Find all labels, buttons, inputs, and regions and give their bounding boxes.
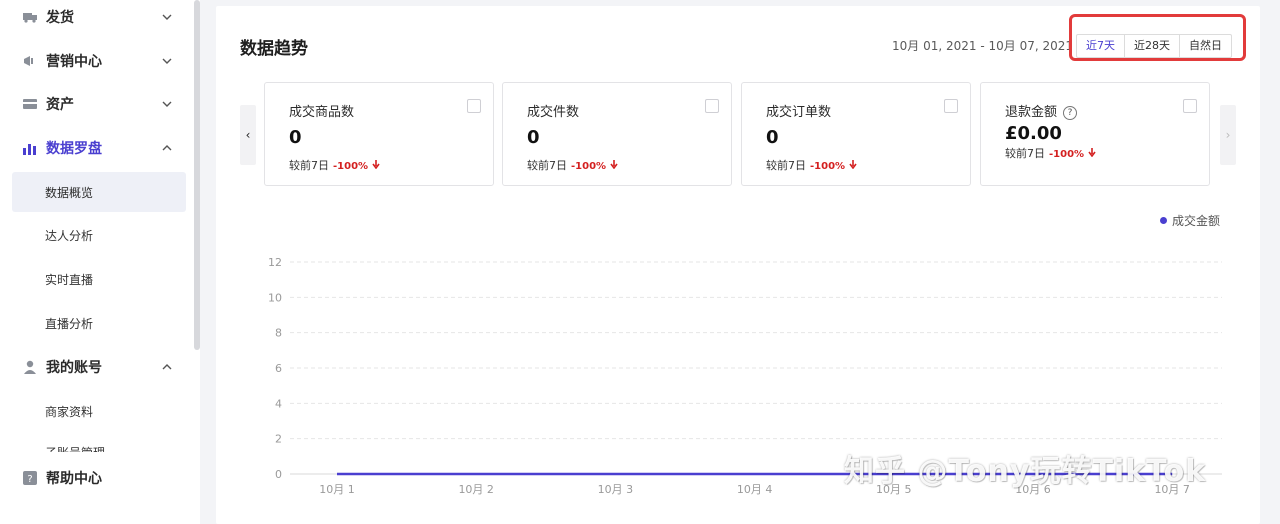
sidebar-scrollbar[interactable] [194, 0, 200, 350]
sidebar-subitem-label: 子账号管理 [45, 444, 105, 452]
page-title: 数据趋势 [240, 39, 308, 59]
sidebar: 发货 营销中心 资产 数据罗盘 数据概览 达人分析 实时直播 直播分析 我的账号… [0, 0, 200, 524]
y-tick-label: 4 [275, 397, 282, 410]
sidebar-item-label: 数据罗盘 [46, 141, 102, 157]
chevron-up-icon [162, 145, 172, 151]
chevron-down-icon [162, 101, 172, 107]
sidebar-item-label: 帮助中心 [46, 471, 102, 487]
arrow-down-icon [1087, 148, 1096, 158]
svg-text:?: ? [27, 474, 32, 485]
sidebar-item-label: 发货 [46, 10, 74, 26]
arrow-down-icon [609, 160, 618, 170]
metric-label-text: 退款金额 [1005, 105, 1058, 120]
y-tick-label: 10 [268, 291, 282, 304]
sidebar-subitem-live-analysis[interactable]: 直播分析 [12, 303, 186, 343]
compare-label: 较前7日 [527, 159, 567, 172]
metric-compare: 较前7日 -100% [289, 157, 380, 173]
metric-card-orders[interactable]: 成交订单数 0 较前7日 -100% [741, 82, 971, 186]
compare-label: 较前7日 [289, 159, 329, 172]
sidebar-item-label: 资产 [46, 97, 74, 113]
delta-value: -100% [333, 161, 369, 172]
carousel-prev-button[interactable]: ‹ [240, 105, 256, 165]
metric-card-units-sold[interactable]: 成交件数 0 较前7日 -100% [502, 82, 732, 186]
metric-value: 0 [527, 127, 540, 148]
y-tick-label: 2 [275, 433, 282, 446]
carousel-next-button[interactable]: › [1220, 105, 1236, 165]
metric-compare: 较前7日 -100% [527, 157, 618, 173]
sidebar-subitem-label: 直播分析 [45, 317, 94, 331]
delta-value: -100% [1049, 149, 1085, 160]
question-icon[interactable]: ? [1063, 106, 1078, 120]
arrow-down-icon [371, 160, 380, 170]
sidebar-subitem-merchant-profile[interactable]: 商家资料 [12, 391, 186, 431]
sidebar-item-label: 我的账号 [46, 360, 102, 376]
megaphone-icon [24, 56, 33, 66]
metric-label: 成交订单数 [766, 105, 832, 120]
sidebar-subitem-data-overview[interactable]: 数据概览 [12, 172, 186, 212]
x-tick-label: 10月 4 [737, 483, 773, 496]
metric-compare: 较前7日 -100% [1005, 145, 1096, 161]
sidebar-subitem-label: 数据概览 [45, 186, 94, 200]
sidebar-subitem-realtime-live[interactable]: 实时直播 [12, 259, 186, 299]
metric-label: 退款金额? [1005, 101, 1078, 120]
sidebar-subitem-label: 实时直播 [45, 273, 94, 287]
metric-card-refund-amount[interactable]: 退款金额? £0.00 较前7日 -100% [980, 82, 1210, 186]
sidebar-item-help-center[interactable]: ? 帮助中心 [0, 458, 186, 498]
metric-checkbox[interactable] [944, 99, 958, 113]
watermark-text: 知乎 @Tony玩转TikTok [844, 454, 1207, 489]
range-7days-button[interactable]: 近7天 [1077, 35, 1124, 57]
chart-legend[interactable]: 成交金额 [1160, 212, 1220, 229]
y-tick-label: 0 [275, 468, 282, 481]
compare-label: 较前7日 [766, 159, 806, 172]
sidebar-item-marketing[interactable]: 营销中心 [0, 41, 186, 81]
sidebar-subitem-subaccount[interactable]: 子账号管理 [12, 432, 186, 452]
metric-value: £0.00 [1005, 123, 1062, 144]
sidebar-item-my-account[interactable]: 我的账号 [0, 347, 186, 387]
date-range-picker[interactable]: 10月 01, 2021 - 10月 07, 2021 [892, 37, 1073, 54]
sidebar-item-label: 营销中心 [46, 54, 102, 70]
sidebar-item-assets[interactable]: 资产 [0, 84, 186, 124]
truck-icon [23, 13, 37, 23]
bar-chart-icon [23, 144, 36, 155]
metric-checkbox[interactable] [467, 99, 481, 113]
metric-card-items-sold[interactable]: 成交商品数 0 较前7日 -100% [264, 82, 494, 186]
y-tick-label: 12 [268, 256, 282, 269]
chevron-up-icon [162, 364, 172, 370]
delta-value: -100% [571, 161, 607, 172]
x-tick-label: 10月 2 [458, 483, 494, 496]
metric-label: 成交件数 [527, 105, 580, 120]
metric-value: 0 [289, 127, 302, 148]
metric-compare: 较前7日 -100% [766, 157, 857, 173]
legend-dot [1160, 217, 1167, 224]
range-natural-day-button[interactable]: 自然日 [1179, 35, 1231, 57]
sidebar-subitem-label: 达人分析 [45, 229, 94, 243]
y-tick-label: 6 [275, 362, 282, 375]
y-tick-label: 8 [275, 327, 282, 340]
user-icon [24, 360, 36, 374]
compare-label: 较前7日 [1005, 147, 1045, 160]
sidebar-item-shipping[interactable]: 发货 [0, 0, 186, 37]
range-toggle-group: 近7天 近28天 自然日 [1076, 34, 1232, 58]
metric-checkbox[interactable] [705, 99, 719, 113]
sidebar-subitem-label: 商家资料 [45, 405, 94, 419]
metric-value: 0 [766, 127, 779, 148]
chevron-down-icon [162, 14, 172, 20]
chevron-down-icon [162, 58, 172, 64]
metric-label: 成交商品数 [289, 105, 355, 120]
help-icon: ? [23, 471, 37, 485]
delta-value: -100% [810, 161, 846, 172]
arrow-down-icon [848, 160, 857, 170]
card-icon [23, 99, 37, 109]
x-tick-label: 10月 1 [319, 483, 355, 496]
metric-checkbox[interactable] [1183, 99, 1197, 113]
sidebar-subitem-creator-analysis[interactable]: 达人分析 [12, 215, 186, 255]
x-tick-label: 10月 3 [598, 483, 634, 496]
legend-label: 成交金额 [1172, 214, 1221, 228]
range-28days-button[interactable]: 近28天 [1124, 35, 1179, 57]
sidebar-item-data-compass[interactable]: 数据罗盘 [0, 128, 186, 168]
